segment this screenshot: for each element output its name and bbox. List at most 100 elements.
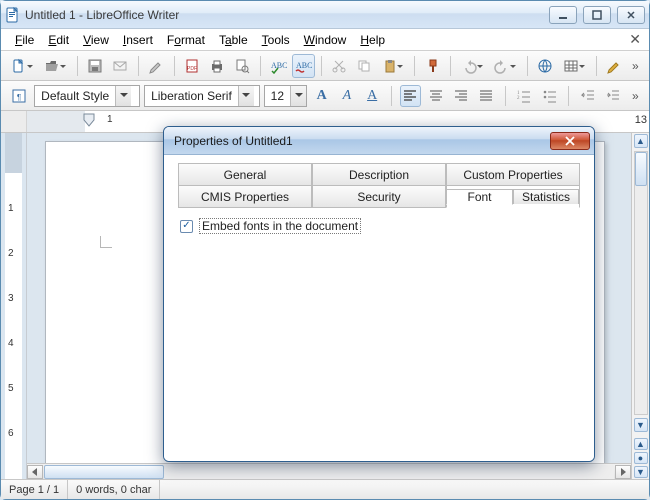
vertical-ruler[interactable]: 1 2 3 4 5 6 (1, 133, 27, 479)
new-doc-button[interactable] (7, 54, 38, 78)
tab-security-label: Security (357, 190, 400, 204)
tab-security[interactable]: Security (312, 185, 446, 207)
clone-formatting-button[interactable] (421, 54, 444, 78)
tab-general[interactable]: General (178, 163, 312, 185)
tab-font[interactable]: Font (446, 189, 513, 205)
toolbar-overflow-icon[interactable]: » (628, 89, 643, 103)
edit-mode-button[interactable] (145, 54, 168, 78)
scroll-left-icon[interactable] (27, 465, 43, 479)
tab-cmis-label: CMIS Properties (201, 190, 289, 204)
status-page[interactable]: Page 1 / 1 (1, 480, 68, 499)
toolbar-separator (174, 56, 175, 76)
align-justify-button[interactable] (475, 85, 496, 107)
redo-button[interactable] (490, 54, 521, 78)
minimize-button[interactable] (549, 6, 577, 24)
dialog-close-button[interactable] (550, 132, 590, 150)
chevron-down-icon[interactable] (290, 86, 306, 106)
page-up-nav-button[interactable]: ▲ (634, 438, 648, 450)
spellcheck-button[interactable]: ABC (267, 54, 290, 78)
page-down-nav-button[interactable]: ▼ (634, 466, 648, 478)
dialog-tabstrip: General Description Custom Properties CM… (178, 163, 580, 208)
menu-insert[interactable]: Insert (117, 31, 159, 49)
vscroll-thumb[interactable] (635, 152, 647, 186)
horizontal-scrollbar[interactable] (27, 463, 631, 479)
tab-font-label: Font (467, 190, 491, 204)
hscroll-thumb[interactable] (44, 465, 164, 479)
document-close-icon[interactable]: ✕ (629, 31, 641, 48)
open-button[interactable] (40, 54, 71, 78)
scroll-up-icon[interactable]: ▲ (634, 134, 648, 148)
toolbar-separator (527, 56, 528, 76)
indent-marker-icon[interactable] (83, 113, 95, 127)
autospellcheck-button[interactable]: ABC (292, 54, 315, 78)
undo-button[interactable] (457, 54, 488, 78)
paragraph-style-value: Default Style (35, 89, 115, 103)
menu-view[interactable]: View (77, 31, 115, 49)
bullet-list-button[interactable] (539, 85, 560, 107)
navigation-picker-button[interactable]: ● (634, 452, 648, 464)
vertical-scroll-column: ▲ ▼ ▲ ● ▼ (631, 133, 649, 479)
nav-picker-label: ● (638, 453, 643, 463)
properties-dialog: Properties of Untitled1 General Descript… (163, 126, 595, 462)
tab-cmis-properties[interactable]: CMIS Properties (178, 185, 312, 207)
hyperlink-button[interactable] (534, 54, 557, 78)
menu-file[interactable]: File (9, 31, 40, 49)
embed-fonts-checkbox[interactable] (180, 220, 193, 233)
window-titlebar: Untitled 1 - LibreOffice Writer (1, 1, 649, 29)
numbered-list-button[interactable]: 12 (514, 85, 535, 107)
font-name-combo[interactable]: Liberation Serif (144, 85, 260, 107)
tab-statistics[interactable]: Statistics (513, 189, 579, 204)
toolbar-separator (77, 56, 78, 76)
copy-button[interactable] (353, 54, 376, 78)
underline-button[interactable]: A (362, 85, 383, 107)
svg-text:PDF: PDF (187, 66, 197, 72)
hscroll-track[interactable] (44, 465, 614, 479)
dialog-titlebar[interactable]: Properties of Untitled1 (164, 127, 594, 155)
menu-format[interactable]: Format (161, 31, 211, 49)
vscroll-track[interactable] (634, 151, 648, 415)
email-button[interactable] (109, 54, 132, 78)
embed-fonts-row[interactable]: Embed fonts in the document (180, 218, 578, 234)
menu-help[interactable]: Help (354, 31, 391, 49)
styles-dialog-button[interactable]: ¶ (7, 84, 30, 108)
menubar: File Edit View Insert Format Table Tools… (1, 29, 649, 51)
chevron-down-icon[interactable] (238, 86, 254, 106)
tab-description[interactable]: Description (312, 163, 446, 185)
toolbar-separator (568, 86, 569, 106)
print-button[interactable] (206, 54, 229, 78)
toolbar-separator (596, 56, 597, 76)
toolbar-overflow-icon[interactable]: » (628, 59, 643, 73)
scroll-right-icon[interactable] (615, 465, 631, 479)
toolbar-separator (450, 56, 451, 76)
bold-button[interactable]: A (311, 85, 332, 107)
italic-button[interactable]: A (336, 85, 357, 107)
insert-table-button[interactable] (559, 54, 590, 78)
close-button[interactable] (617, 6, 645, 24)
status-wordcount[interactable]: 0 words, 0 char (68, 480, 160, 499)
menu-tools[interactable]: Tools (256, 31, 296, 49)
menu-edit[interactable]: Edit (42, 31, 75, 49)
paragraph-style-combo[interactable]: Default Style (34, 85, 140, 107)
decrease-indent-button[interactable] (577, 85, 598, 107)
embed-fonts-label: Embed fonts in the document (199, 218, 361, 234)
align-right-button[interactable] (450, 85, 471, 107)
export-pdf-button[interactable]: PDF (181, 54, 204, 78)
align-center-button[interactable] (425, 85, 446, 107)
chevron-down-icon[interactable] (115, 86, 131, 106)
increase-indent-button[interactable] (602, 85, 623, 107)
print-preview-button[interactable] (231, 54, 254, 78)
scroll-down-icon[interactable]: ▼ (634, 418, 648, 432)
tab-custom-properties[interactable]: Custom Properties (446, 163, 580, 185)
maximize-button[interactable] (583, 6, 611, 24)
align-left-button[interactable] (400, 85, 421, 107)
cut-button[interactable] (327, 54, 350, 78)
menu-table[interactable]: Table (213, 31, 254, 49)
save-button[interactable] (84, 54, 107, 78)
show-draw-functions-button[interactable] (603, 54, 626, 78)
paste-button[interactable] (378, 54, 409, 78)
toolbar-separator (414, 56, 415, 76)
toolbar-separator (260, 56, 261, 76)
tab-description-label: Description (349, 168, 409, 182)
menu-window[interactable]: Window (298, 31, 353, 49)
font-size-combo[interactable]: 12 (264, 85, 307, 107)
